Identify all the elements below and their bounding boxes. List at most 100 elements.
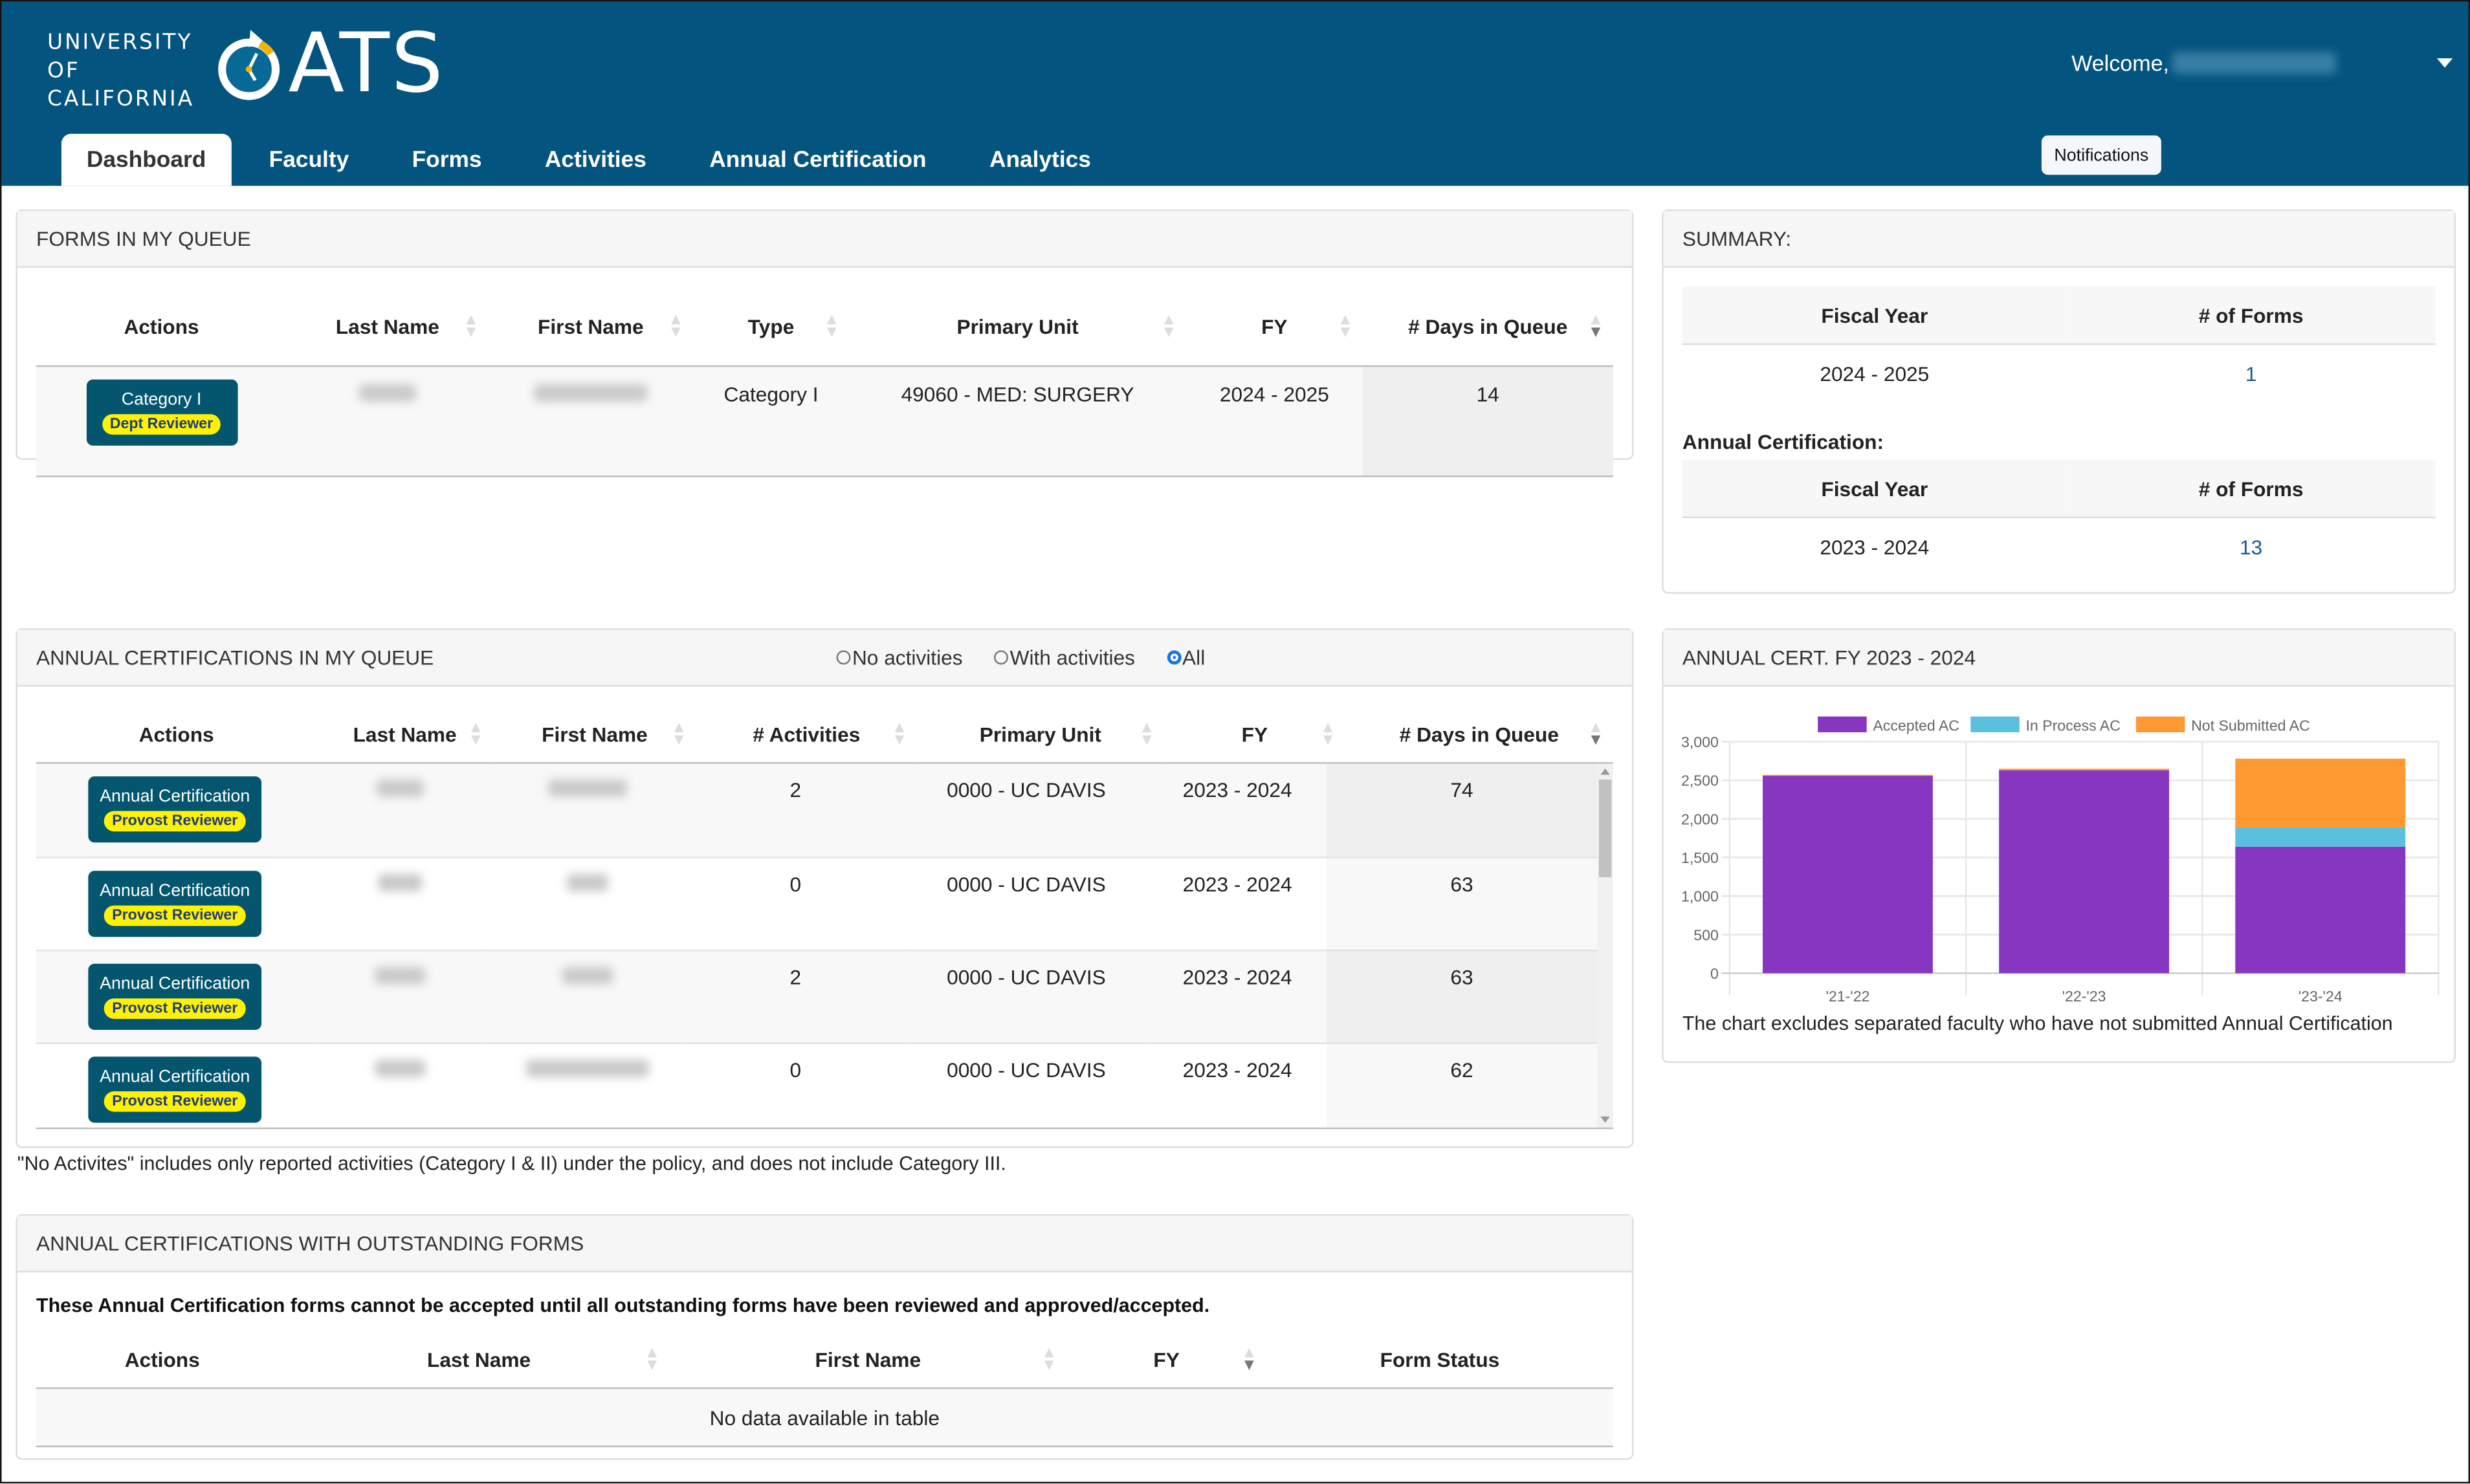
panel-title: ANNUAL CERTIFICATIONS IN MY QUEUE No act… [17,629,1632,687]
redacted-name [375,966,426,984]
first-name-cell [487,949,687,1043]
open-form-button[interactable]: Category I Dept Reviewer [85,379,237,446]
days-cell: 14 [1362,366,1613,477]
col-days-in-queue[interactable]: # Days in Queue [1345,705,1613,764]
actions-cell: Annual Certification Provost Reviewer [36,763,314,858]
first-name-cell [487,857,687,951]
table-row: Annual Certification Provost Reviewer 0 … [36,857,1598,951]
filter-with-activities[interactable]: With activities [994,646,1135,670]
sort-icon[interactable] [1323,723,1336,745]
notifications-button[interactable]: Notifications [2041,135,2161,175]
sort-icon[interactable] [647,1348,659,1370]
sort-icon[interactable] [1340,314,1353,337]
summary-ac-table: Fiscal Year # of Forms 2023 - 2024 13 [1682,459,2436,575]
primary-unit-cell: 0000 - UC DAVIS [904,763,1149,858]
bar-segment [2235,846,2406,974]
sort-icon[interactable] [466,314,479,337]
sort-icon[interactable] [894,723,907,745]
col-primary-unit[interactable]: Primary Unit [849,287,1187,367]
radio-icon[interactable] [994,650,1009,665]
role-badge: Provost Reviewer [104,811,246,832]
primary-unit-cell: 0000 - UC DAVIS [904,857,1149,951]
sort-desc-icon[interactable] [1591,314,1604,337]
forms-queue-table: Actions Last Name First Name Type Primar… [36,287,1613,477]
sort-desc-icon[interactable] [1591,723,1604,745]
forms-count-link[interactable]: 1 [2245,362,2257,386]
filter-no-activities[interactable]: No activities [836,646,963,670]
open-annual-certification-button[interactable]: Annual Certification Provost Reviewer [88,869,262,937]
legend-swatch [2135,716,2185,732]
sort-desc-icon[interactable] [1244,1348,1257,1370]
col-primary-unit[interactable]: Primary Unit [916,705,1164,764]
scroll-thumb[interactable] [1598,779,1612,877]
oats-logo[interactable]: ATS [215,24,445,106]
forms-queue-panel: FORMS IN MY QUEUE Actions Last Name Firs… [16,209,1634,477]
col-fy[interactable]: FY [1186,287,1363,367]
tab-annual-certification[interactable]: Annual Certification [684,134,951,186]
vertical-scrollbar[interactable] [1597,763,1613,1128]
open-annual-certification-button[interactable]: Annual Certification Provost Reviewer [88,1056,262,1122]
col-num-forms: # of Forms [2066,287,2436,345]
col-first-name[interactable]: First Name [492,705,696,764]
org-line: UNIVERSITY [47,30,193,56]
activity-filter: No activities With activities All [836,630,1237,685]
radio-checked-icon[interactable] [1166,650,1181,665]
page: UNIVERSITY OF CALIFORNIA ATS Welcome, Da… [0,0,2470,1484]
col-last-name[interactable]: Last Name [287,287,489,367]
col-first-name[interactable]: First Name [669,1330,1067,1390]
ac-queue-scroll-area[interactable]: Annual Certification Provost Reviewer 2 … [36,763,1613,1129]
ac-queue-table: Annual Certification Provost Reviewer 2 … [36,763,1598,1128]
activities-cell: 2 [687,949,905,1043]
outstanding-forms-panel: ANNUAL CERTIFICATIONS WITH OUTSTANDING F… [16,1214,1634,1460]
radio-icon[interactable] [836,650,851,665]
scroll-down-icon[interactable] [1600,1116,1610,1123]
fy-cell: 2023 - 2024 [1820,534,1930,558]
sort-icon[interactable] [827,314,839,337]
ac-chart-panel: ANNUAL CERT. FY 2023 - 2024 Accepted AC I… [1662,628,2456,1064]
tab-analytics[interactable]: Analytics [964,134,1116,186]
role-badge: Provost Reviewer [104,904,246,926]
user-menu[interactable]: Welcome, [2071,50,2337,76]
x-tick-label: '21-'22 [1825,988,1869,1005]
outstanding-description: These Annual Certification forms cannot … [36,1294,1210,1317]
sort-icon[interactable] [674,723,687,745]
panel-title: SUMMARY: [1663,211,2454,268]
sort-icon[interactable] [671,314,683,337]
type-cell: Category I [693,366,850,477]
col-first-name[interactable]: First Name [488,287,694,367]
legend-swatch [1970,716,2020,732]
open-annual-certification-button[interactable]: Annual Certification Provost Reviewer [88,776,262,843]
redacted-name [561,966,612,984]
sort-icon[interactable] [1141,723,1154,745]
app-name: ATS [288,17,445,112]
sort-icon[interactable] [1044,1348,1057,1370]
sort-icon[interactable] [1163,314,1176,337]
days-cell: 62 [1326,1042,1598,1128]
col-fy[interactable]: FY [1163,705,1345,764]
tab-faculty[interactable]: Faculty [244,134,374,186]
ac-count-link[interactable]: 13 [2240,534,2262,558]
filter-all[interactable]: All [1166,646,1205,670]
open-annual-certification-button[interactable]: Annual Certification Provost Reviewer [88,963,262,1029]
chart-area: Accepted AC In Process AC Not Submitted AC… [1664,686,2454,1064]
caret-down-icon[interactable] [2436,58,2453,68]
col-fy[interactable]: FY [1066,1330,1267,1390]
col-activities[interactable]: # Activities [696,705,917,764]
col-last-name[interactable]: Last Name [288,1330,670,1390]
fy-cell: 2024 - 2025 [1820,361,1930,386]
last-name-cell [287,366,489,477]
col-last-name[interactable]: Last Name [316,705,493,764]
tab-dashboard[interactable]: Dashboard [61,133,232,186]
activities-footnote: "No Activites" includes only reported ac… [17,1152,1006,1175]
col-days-in-queue[interactable]: # Days in Queue [1362,287,1613,367]
fy-cell: 2024 - 2025 [1186,366,1363,477]
tab-forms[interactable]: Forms [387,134,507,186]
bar-segment [1762,776,1933,974]
sort-icon[interactable] [470,723,483,745]
table-row: Annual Certification Provost Reviewer 0 … [36,1042,1598,1128]
role-badge: Provost Reviewer [104,1090,246,1111]
main-nav: Dashboard Faculty Forms Activities Annua… [61,133,1129,186]
tab-activities[interactable]: Activities [520,134,672,186]
scroll-up-icon[interactable] [1600,768,1610,775]
col-type[interactable]: Type [693,287,850,367]
